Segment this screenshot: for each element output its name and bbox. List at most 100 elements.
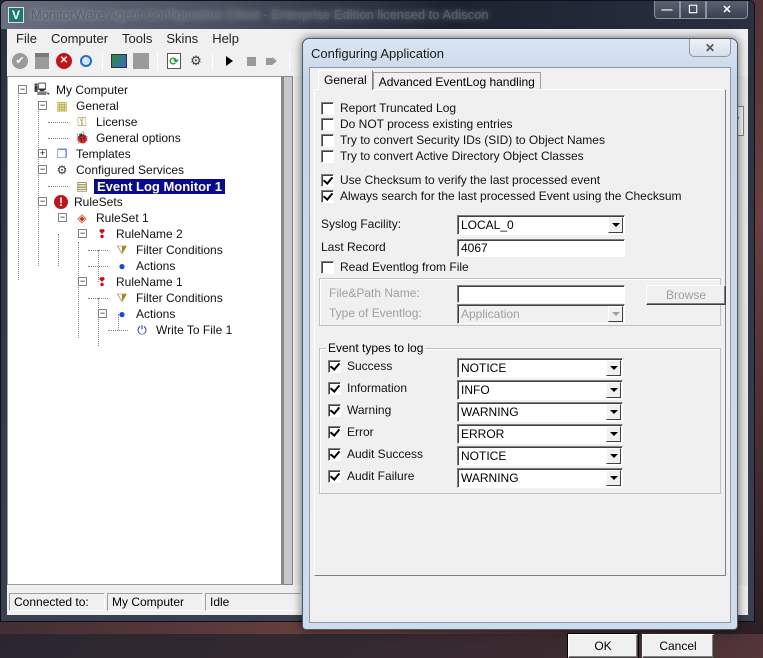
event-type-checkbox[interactable]: [328, 469, 341, 483]
collapse-toggle[interactable]: −: [78, 277, 87, 286]
event-type-option[interactable]: Information: [328, 380, 407, 396]
do-not-process-existing-option[interactable]: Do NOT process existing entries: [321, 116, 513, 132]
event-type-option[interactable]: Warning: [328, 402, 391, 418]
chevron-down-icon[interactable]: [606, 426, 621, 442]
event-type-severity-value: NOTICE: [461, 361, 507, 375]
use-checksum-option[interactable]: Use Checksum to verify the last processe…: [321, 172, 600, 188]
chevron-down-icon[interactable]: [606, 448, 621, 464]
menu-skins[interactable]: Skins: [159, 31, 205, 46]
connect-computer-button[interactable]: [109, 51, 129, 71]
tree-item[interactable]: ❐ Templates: [54, 146, 133, 162]
collapse-toggle[interactable]: −: [38, 101, 47, 110]
event-type-severity-select[interactable]: WARNING: [457, 402, 623, 422]
event-type-checkbox[interactable]: [328, 403, 341, 417]
chevron-down-icon[interactable]: [606, 360, 621, 376]
tree-item[interactable]: ◈ RuleSet 1: [74, 210, 151, 226]
event-type-severity-select[interactable]: INFO: [457, 380, 623, 400]
cancel-button[interactable]: ✕: [54, 51, 74, 71]
collapse-toggle[interactable]: −: [58, 213, 67, 222]
event-type-severity-select[interactable]: NOTICE: [457, 358, 623, 378]
always-search-checksum-option[interactable]: Always search for the last processed Eve…: [321, 188, 682, 204]
event-type-checkbox[interactable]: [328, 381, 341, 395]
stop-button[interactable]: [241, 51, 261, 71]
browse-button[interactable]: Browse: [646, 285, 726, 305]
read-from-file-checkbox[interactable]: [321, 260, 334, 274]
event-type-option[interactable]: Audit Failure: [328, 468, 414, 484]
chevron-down-icon[interactable]: [606, 470, 621, 486]
collapse-toggle[interactable]: −: [78, 229, 87, 238]
convert-sid-option[interactable]: Try to convert Security IDs (SID) to Obj…: [321, 132, 605, 148]
close-button[interactable]: ✕: [706, 1, 748, 19]
chevron-down-icon[interactable]: [608, 217, 623, 233]
tree-item[interactable]: ⚿ License: [74, 114, 139, 130]
menu-file[interactable]: File: [9, 31, 44, 46]
start-button[interactable]: [219, 51, 239, 71]
menu-tools[interactable]: Tools: [115, 31, 159, 46]
find-button[interactable]: [76, 51, 96, 71]
convert-ad-classes-option[interactable]: Try to convert Active Directory Object C…: [321, 148, 584, 164]
ok-button[interactable]: OK: [567, 633, 639, 658]
tab-general[interactable]: General: [318, 70, 373, 90]
tree-item[interactable]: ▦ General: [54, 98, 121, 114]
tree-item[interactable]: ❢ RuleName 1: [94, 274, 185, 290]
event-type-checkbox[interactable]: [328, 425, 341, 439]
chevron-down-icon[interactable]: [608, 306, 623, 322]
config-tree[interactable]: − 🖳 My Computer − ▦ General ⚿ License 🐞 General o…: [7, 76, 283, 585]
tree-item[interactable]: ● Actions: [114, 306, 177, 322]
chevron-down-icon[interactable]: [606, 404, 621, 420]
event-type-checkbox[interactable]: [328, 359, 341, 373]
tree-item[interactable]: 🐞 General options: [74, 130, 183, 146]
tree-item[interactable]: ❢ RuleName 2: [94, 226, 185, 242]
tree-item[interactable]: ⚙ Configured Services: [54, 162, 186, 178]
report-truncated-log-option[interactable]: Report Truncated Log: [321, 100, 456, 116]
menu-help[interactable]: Help: [205, 31, 246, 46]
save-button[interactable]: [32, 51, 52, 71]
apply-button[interactable]: ✔: [10, 51, 30, 71]
file-path-input[interactable]: [457, 285, 625, 303]
dialog-close-button[interactable]: ✕: [689, 39, 731, 57]
read-from-file-option[interactable]: Read Eventlog from File: [321, 259, 469, 275]
refresh-button[interactable]: ⟳: [164, 51, 184, 71]
maximize-button[interactable]: ☐: [680, 1, 706, 19]
save-icon: [35, 53, 49, 69]
event-type-severity-select[interactable]: NOTICE: [457, 446, 623, 466]
tree-item[interactable]: ● Actions: [114, 258, 177, 274]
tab-advanced-eventlog[interactable]: Advanced EventLog handling: [372, 72, 541, 90]
tree-item[interactable]: ⧩ Filter Conditions: [114, 290, 225, 306]
tree-item[interactable]: ! RuleSets: [54, 194, 125, 210]
disabled-tool-button[interactable]: [131, 51, 151, 71]
event-type-severity-select[interactable]: ERROR: [457, 424, 623, 444]
tree-splitter[interactable]: [283, 76, 293, 585]
event-type-option[interactable]: Audit Success: [328, 446, 423, 462]
event-type-option[interactable]: Success: [328, 358, 392, 374]
eventlog-type-select[interactable]: Application: [457, 304, 625, 324]
collapse-toggle[interactable]: −: [38, 197, 47, 206]
tree-item[interactable]: 🖳 My Computer: [34, 82, 130, 98]
main-title-bar[interactable]: V MonitorWare Agent Configuration Client…: [1, 1, 754, 29]
collapse-toggle[interactable]: −: [98, 309, 107, 318]
event-type-label: Audit Success: [347, 447, 424, 461]
cancel-button[interactable]: Cancel: [642, 634, 714, 658]
convert-ad-classes-checkbox[interactable]: [321, 149, 334, 163]
menu-computer[interactable]: Computer: [44, 31, 115, 46]
convert-sid-checkbox[interactable]: [321, 133, 334, 147]
use-checksum-checkbox[interactable]: [321, 173, 334, 187]
tree-item[interactable]: ⧩ Filter Conditions: [114, 242, 225, 258]
collapse-toggle[interactable]: −: [38, 165, 47, 174]
event-type-option[interactable]: Error: [328, 424, 374, 440]
chevron-down-icon[interactable]: [606, 382, 621, 398]
service-button[interactable]: ⚙: [186, 51, 206, 71]
step-button[interactable]: [263, 51, 283, 71]
event-type-severity-select[interactable]: WARNING: [457, 468, 623, 488]
always-search-checksum-checkbox[interactable]: [321, 189, 334, 203]
last-record-input[interactable]: 4067: [457, 239, 625, 257]
minimize-button[interactable]: —: [654, 1, 680, 19]
do-not-process-existing-checkbox[interactable]: [321, 117, 334, 131]
tree-item[interactable]: ▤ Event Log Monitor 1: [74, 178, 225, 194]
report-truncated-log-checkbox[interactable]: [321, 101, 334, 115]
event-type-checkbox[interactable]: [328, 447, 341, 461]
expand-toggle[interactable]: +: [38, 149, 47, 158]
collapse-toggle[interactable]: −: [18, 85, 27, 94]
tree-item[interactable]: ⏻ Write To File 1: [134, 322, 234, 338]
syslog-facility-select[interactable]: LOCAL_0: [457, 215, 625, 235]
